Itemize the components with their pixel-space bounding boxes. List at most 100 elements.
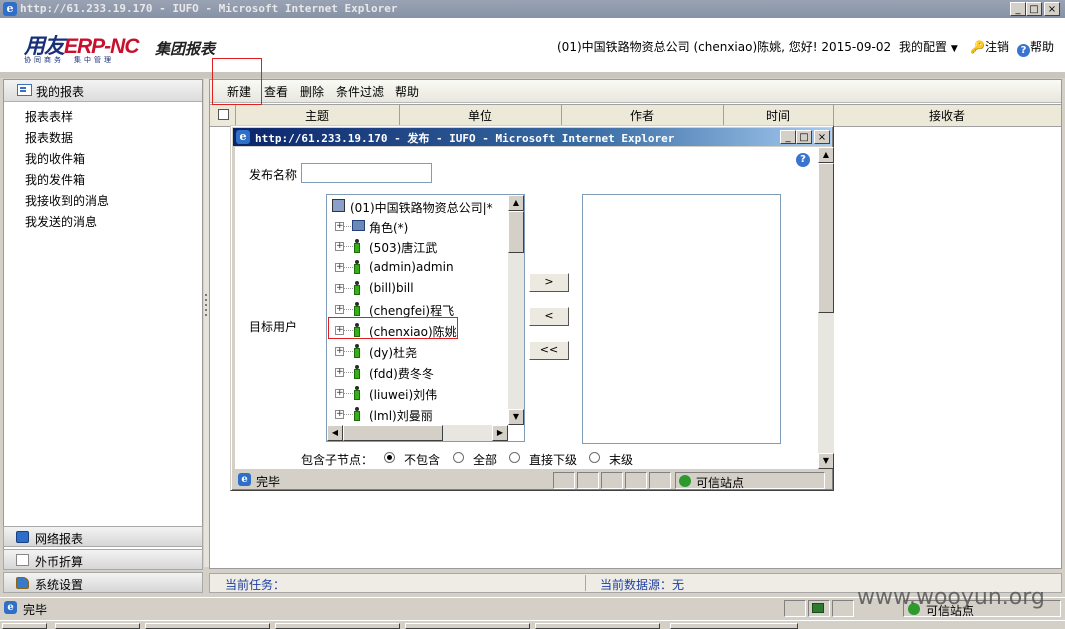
taskbar-button[interactable] [275,623,400,629]
tree-item-roles[interactable]: + 角色(*) [327,216,507,236]
sidebar-item-inbox[interactable]: 我的收件箱 [25,150,85,167]
scroll-down-icon[interactable]: ▼ [508,409,524,425]
tree-item-user[interactable]: + (503)唐江武 [327,236,507,256]
maximize-button[interactable]: □ [1026,2,1042,16]
sidebar-item-sent-messages[interactable]: 我发送的消息 [25,213,97,230]
tree-line [344,414,353,415]
tree-root-label: (01)中国铁路物资总公司|* [350,201,493,215]
sidebar-item-outbox[interactable]: 我的发件箱 [25,171,85,188]
dialog-minimize-button[interactable]: _ [780,130,796,144]
tree-item-user[interactable]: + (bill)bill [327,278,507,298]
tree-item-user[interactable]: + (dy)杜尧 [327,341,507,361]
selected-users-list[interactable] [582,194,781,444]
scroll-thumb[interactable] [508,211,524,253]
view-button[interactable]: 查看 [264,83,288,100]
help-link[interactable]: ? 帮助 [1017,38,1054,57]
progress-icon [812,603,824,613]
taskbar-button[interactable] [405,623,530,629]
tree-root[interactable]: (01)中国铁路物资总公司|* [327,196,507,216]
radio-leaf[interactable] [589,452,600,463]
publish-name-input[interactable] [301,163,432,183]
taskbar-button[interactable] [55,623,140,629]
accordion-network-reports[interactable]: 网络报表 [3,526,203,547]
tree-item-user[interactable]: + (chengfei)程飞 [327,299,507,319]
expand-icon[interactable]: + [335,305,344,314]
column-header-time[interactable]: 时间 [723,107,833,124]
tree-item-label: (bill)bill [369,281,414,295]
column-header-receiver[interactable]: 接收者 [833,107,1061,124]
radio-direct-children[interactable] [509,452,520,463]
tree-horizontal-scrollbar[interactable]: ◀ ▶ [327,425,508,441]
scroll-up-icon[interactable]: ▲ [818,147,834,163]
expand-icon[interactable]: + [335,222,344,231]
expand-icon[interactable]: + [335,284,344,293]
user-icon [354,239,360,253]
radio-all-label[interactable]: 全部 [473,451,497,468]
app-header: 用友ERP-NC 协同商务 集中管理 集团报表 (01)中国铁路物资总公司 (c… [0,18,1065,73]
radio-direct-children-label[interactable]: 直接下级 [529,451,577,468]
dialog-zone-label: 可信站点 [696,476,745,490]
sidebar-item-report-templates[interactable]: 报表表样 [25,108,73,125]
remove-user-button[interactable]: < [529,307,569,326]
toolbar-help-button[interactable]: 帮助 [395,83,419,100]
taskbar-button[interactable] [670,623,798,629]
tree-line [344,351,353,352]
select-all-checkbox[interactable] [218,109,229,120]
column-header-subject[interactable]: 主题 [235,107,399,124]
taskbar-button[interactable] [145,623,270,629]
expand-icon[interactable]: + [335,368,344,377]
close-button[interactable]: × [1044,2,1060,16]
my-config-menu[interactable]: 我的配置 ▼ [899,38,958,55]
splitter-grip [205,299,207,301]
sidebar-item-report-data[interactable]: 报表数据 [25,129,73,146]
status-separator [585,575,586,591]
accordion-currency-conversion[interactable]: 外币折算 [3,549,203,570]
sidebar-header-my-reports[interactable]: 我的报表 [4,80,202,102]
filter-button[interactable]: 条件过滤 [336,83,384,100]
tree-line [344,267,353,268]
scroll-right-icon[interactable]: ▶ [492,425,508,441]
radio-exclude-label[interactable]: 不包含 [404,451,440,468]
minimize-button[interactable]: _ [1010,2,1026,16]
trusted-zone-icon [679,475,691,487]
dialog-close-button[interactable]: × [814,130,830,144]
accordion-system-settings[interactable]: 系统设置 [3,572,203,593]
radio-exclude[interactable] [384,452,395,463]
expand-icon[interactable]: + [335,242,344,251]
logout-link[interactable]: 🔑注销 [970,38,1009,55]
tree-item-label: (admin)admin [369,260,454,274]
tree-item-user[interactable]: + (lml)刘曼丽 [327,404,507,424]
sidebar-item-received-messages[interactable]: 我接收到的消息 [25,192,109,209]
radio-all[interactable] [453,452,464,463]
delete-button[interactable]: 删除 [300,83,324,100]
scroll-thumb[interactable] [818,163,834,313]
tree-item-user[interactable]: + (admin)admin [327,257,507,277]
taskbar-button[interactable] [535,623,660,629]
taskbar-button[interactable] [2,623,47,629]
dialog-vertical-scrollbar[interactable]: ▲ ▼ [818,147,834,469]
column-header-author[interactable]: 作者 [561,107,723,124]
expand-icon[interactable]: + [335,410,344,419]
dialog-maximize-button[interactable]: □ [796,130,812,144]
tree-vertical-scrollbar[interactable]: ▲ ▼ [508,195,524,425]
scroll-left-icon[interactable]: ◀ [327,425,343,441]
remove-all-button[interactable]: << [529,341,569,360]
ie-icon: e [236,130,250,144]
tree-line [344,309,353,310]
accordion-label: 外币折算 [35,555,84,569]
tree-item-user[interactable]: + (liuwei)刘伟 [327,383,507,403]
scroll-up-icon[interactable]: ▲ [508,195,524,211]
status-pane [553,472,575,489]
expand-icon[interactable]: + [335,263,344,272]
key-icon: 🔑 [970,40,985,54]
add-user-button[interactable]: > [529,273,569,292]
expand-icon[interactable]: + [335,389,344,398]
column-header-unit[interactable]: 单位 [399,107,561,124]
scroll-down-icon[interactable]: ▼ [818,453,834,469]
dialog-help-icon[interactable]: ? [796,153,810,167]
radio-leaf-label[interactable]: 末级 [609,451,633,468]
tree-item-user[interactable]: + (fdd)费冬冬 [327,362,507,382]
expand-icon[interactable]: + [335,347,344,356]
scroll-thumb[interactable] [343,425,443,441]
logout-label: 注销 [984,40,1009,54]
